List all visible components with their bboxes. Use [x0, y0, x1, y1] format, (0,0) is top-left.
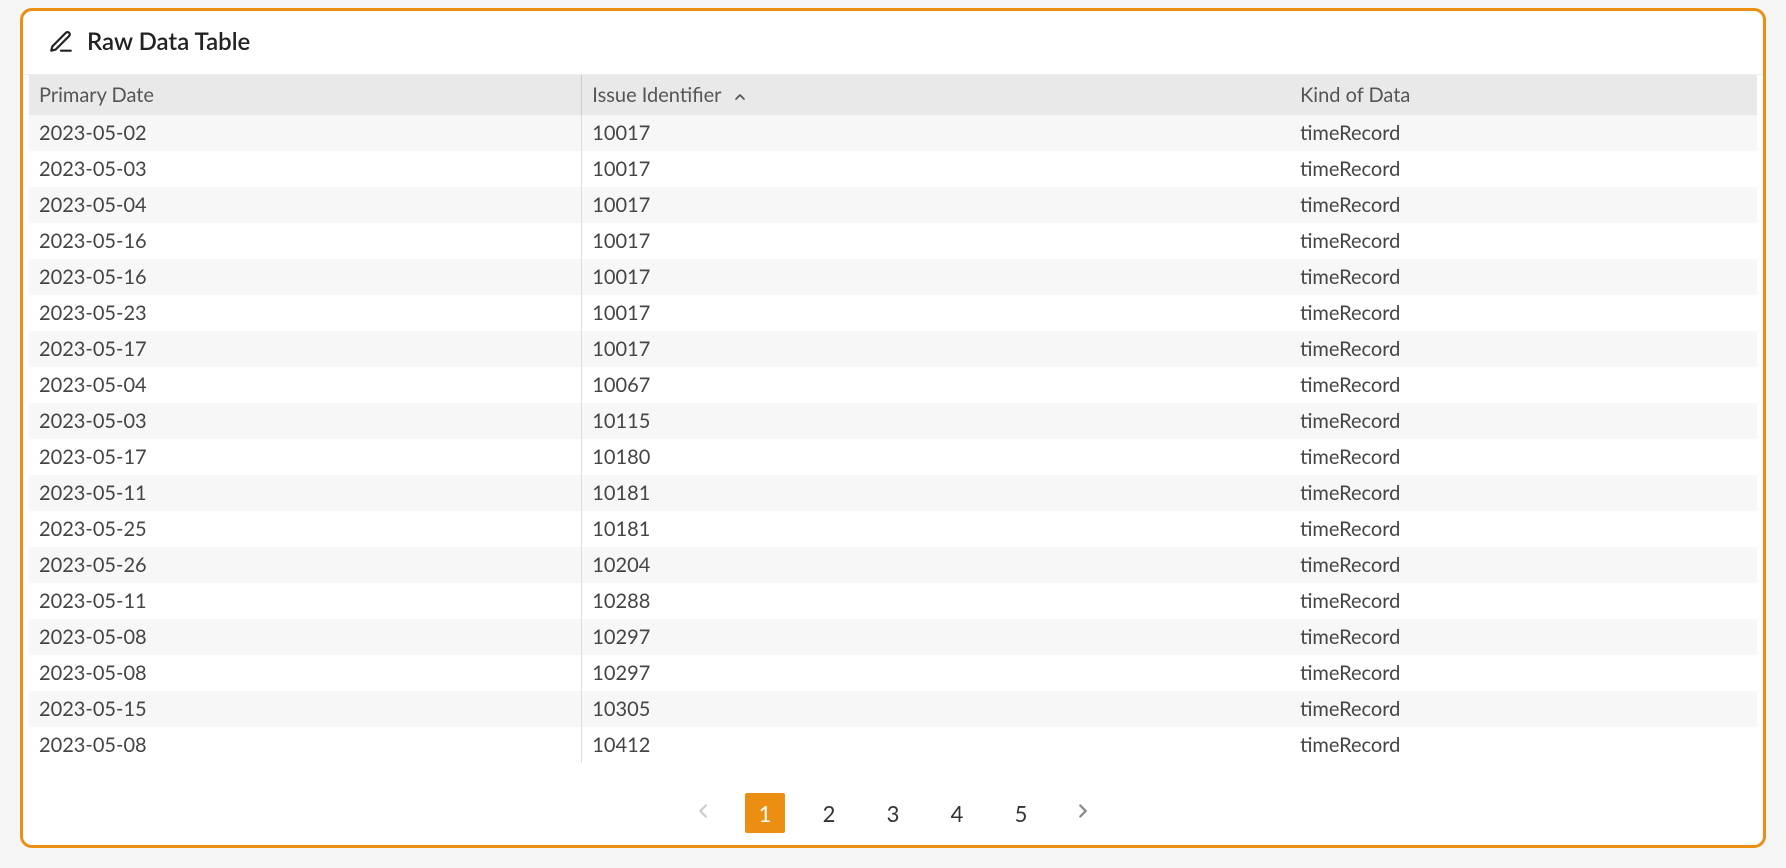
cell-issue-identifier: 10017 — [582, 259, 1290, 295]
pagination-page-button[interactable]: 4 — [937, 793, 977, 833]
table-scroll-area[interactable]: Primary Date Issue Identifier — [23, 75, 1763, 781]
cell-primary-date: 2023-05-08 — [29, 727, 582, 763]
cell-issue-identifier: 10017 — [582, 223, 1290, 259]
chevron-up-icon — [732, 89, 748, 105]
cell-kind-of-data: timeRecord — [1290, 511, 1756, 547]
cell-kind-of-data: timeRecord — [1290, 367, 1756, 403]
table-row[interactable]: 2023-05-0810297timeRecord — [29, 655, 1757, 691]
cell-primary-date: 2023-05-15 — [29, 691, 582, 727]
cell-kind-of-data: timeRecord — [1290, 691, 1756, 727]
cell-primary-date: 2023-05-17 — [29, 331, 582, 367]
pencil-icon — [47, 28, 75, 56]
column-label: Primary Date — [39, 83, 154, 107]
pagination-next-button[interactable] — [1065, 795, 1101, 831]
cell-primary-date: 2023-05-25 — [29, 511, 582, 547]
cell-issue-identifier: 10297 — [582, 619, 1290, 655]
column-label: Issue Identifier — [592, 83, 721, 107]
pagination-page-button[interactable]: 5 — [1001, 793, 1041, 833]
cell-primary-date: 2023-05-23 — [29, 295, 582, 331]
table-row[interactable]: 2023-05-1710180timeRecord — [29, 439, 1757, 475]
table-row[interactable]: 2023-05-0410067timeRecord — [29, 367, 1757, 403]
table-row[interactable]: 2023-05-0310017timeRecord — [29, 151, 1757, 187]
cell-primary-date: 2023-05-16 — [29, 259, 582, 295]
cell-issue-identifier: 10181 — [582, 511, 1290, 547]
chevron-right-icon — [1072, 800, 1094, 826]
table-row[interactable]: 2023-05-1110181timeRecord — [29, 475, 1757, 511]
cell-kind-of-data: timeRecord — [1290, 223, 1756, 259]
cell-kind-of-data: timeRecord — [1290, 187, 1756, 223]
column-header-primary-date[interactable]: Primary Date — [29, 75, 582, 115]
table-row[interactable]: 2023-05-2610204timeRecord — [29, 547, 1757, 583]
cell-issue-identifier: 10017 — [582, 331, 1290, 367]
cell-primary-date: 2023-05-02 — [29, 115, 582, 151]
cell-primary-date: 2023-05-16 — [29, 223, 582, 259]
table-row[interactable]: 2023-05-1710017timeRecord — [29, 331, 1757, 367]
pagination-bar: 12345 — [23, 781, 1763, 845]
cell-kind-of-data: timeRecord — [1290, 655, 1756, 691]
column-header-kind-of-data[interactable]: Kind of Data — [1290, 75, 1756, 115]
cell-kind-of-data: timeRecord — [1290, 439, 1756, 475]
cell-issue-identifier: 10017 — [582, 115, 1290, 151]
cell-issue-identifier: 10180 — [582, 439, 1290, 475]
column-label: Kind of Data — [1300, 83, 1410, 107]
tab-bar: Raw Data Table — [23, 11, 1763, 75]
column-header-issue-identifier[interactable]: Issue Identifier — [582, 75, 1290, 115]
tab-raw-data-table[interactable]: Raw Data Table — [43, 17, 264, 68]
cell-primary-date: 2023-05-17 — [29, 439, 582, 475]
table-row[interactable]: 2023-05-0410017timeRecord — [29, 187, 1757, 223]
tab-title: Raw Data Table — [87, 27, 250, 56]
table-row[interactable]: 2023-05-1610017timeRecord — [29, 259, 1757, 295]
cell-kind-of-data: timeRecord — [1290, 619, 1756, 655]
cell-issue-identifier: 10412 — [582, 727, 1290, 763]
table-row[interactable]: 2023-05-1610017timeRecord — [29, 223, 1757, 259]
cell-primary-date: 2023-05-26 — [29, 547, 582, 583]
cell-issue-identifier: 10017 — [582, 187, 1290, 223]
cell-kind-of-data: timeRecord — [1290, 583, 1756, 619]
pagination-page-button[interactable]: 3 — [873, 793, 913, 833]
cell-kind-of-data: timeRecord — [1290, 115, 1756, 151]
cell-primary-date: 2023-05-11 — [29, 583, 582, 619]
table-row[interactable]: 2023-05-1510305timeRecord — [29, 691, 1757, 727]
raw-data-panel: Raw Data Table Primary Date Issue Identi… — [20, 8, 1766, 848]
cell-primary-date: 2023-05-11 — [29, 475, 582, 511]
cell-kind-of-data: timeRecord — [1290, 727, 1756, 763]
pagination-prev-button — [685, 795, 721, 831]
cell-primary-date: 2023-05-04 — [29, 187, 582, 223]
chevron-left-icon — [692, 800, 714, 826]
cell-issue-identifier: 10181 — [582, 475, 1290, 511]
cell-issue-identifier: 10305 — [582, 691, 1290, 727]
data-table: Primary Date Issue Identifier — [29, 75, 1757, 763]
cell-issue-identifier: 10297 — [582, 655, 1290, 691]
cell-kind-of-data: timeRecord — [1290, 403, 1756, 439]
cell-primary-date: 2023-05-08 — [29, 619, 582, 655]
cell-kind-of-data: timeRecord — [1290, 331, 1756, 367]
cell-primary-date: 2023-05-04 — [29, 367, 582, 403]
table-row[interactable]: 2023-05-1110288timeRecord — [29, 583, 1757, 619]
table-header-row: Primary Date Issue Identifier — [29, 75, 1757, 115]
cell-primary-date: 2023-05-08 — [29, 655, 582, 691]
table-row[interactable]: 2023-05-0210017timeRecord — [29, 115, 1757, 151]
table-row[interactable]: 2023-05-0810412timeRecord — [29, 727, 1757, 763]
cell-kind-of-data: timeRecord — [1290, 547, 1756, 583]
cell-issue-identifier: 10017 — [582, 151, 1290, 187]
cell-kind-of-data: timeRecord — [1290, 151, 1756, 187]
cell-kind-of-data: timeRecord — [1290, 295, 1756, 331]
cell-kind-of-data: timeRecord — [1290, 475, 1756, 511]
cell-issue-identifier: 10288 — [582, 583, 1290, 619]
cell-issue-identifier: 10017 — [582, 295, 1290, 331]
table-row[interactable]: 2023-05-0810297timeRecord — [29, 619, 1757, 655]
pagination-page-button[interactable]: 1 — [745, 793, 785, 833]
pagination-page-button[interactable]: 2 — [809, 793, 849, 833]
cell-issue-identifier: 10204 — [582, 547, 1290, 583]
table-row[interactable]: 2023-05-0310115timeRecord — [29, 403, 1757, 439]
cell-kind-of-data: timeRecord — [1290, 259, 1756, 295]
table-row[interactable]: 2023-05-2510181timeRecord — [29, 511, 1757, 547]
table-row[interactable]: 2023-05-2310017timeRecord — [29, 295, 1757, 331]
cell-issue-identifier: 10067 — [582, 367, 1290, 403]
cell-primary-date: 2023-05-03 — [29, 151, 582, 187]
cell-primary-date: 2023-05-03 — [29, 403, 582, 439]
cell-issue-identifier: 10115 — [582, 403, 1290, 439]
